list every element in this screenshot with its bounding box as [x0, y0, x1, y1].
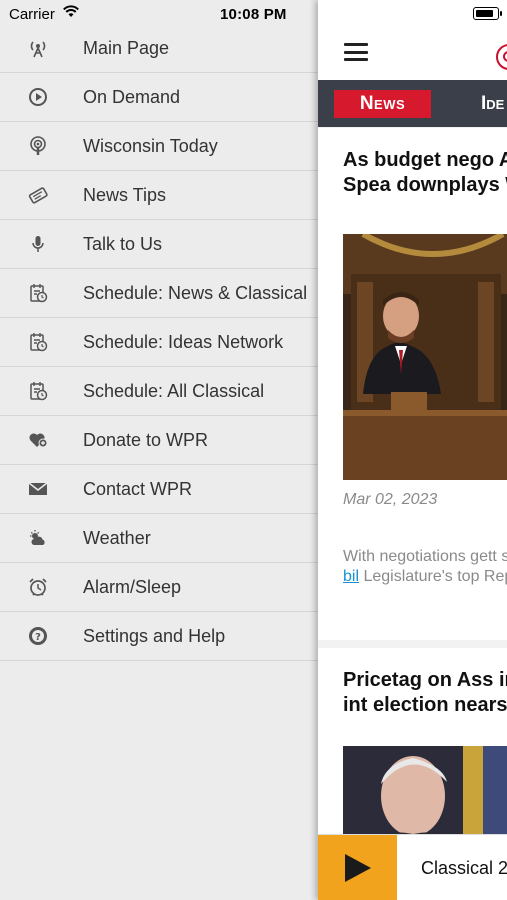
excerpt-text-cont: Legislature's top Repu	[359, 568, 507, 585]
podcast-icon	[28, 136, 48, 156]
menu-item-settings-help[interactable]: ? Settings and Help	[0, 612, 318, 661]
antenna-icon	[28, 38, 48, 58]
article-excerpt: With negotiations gett spend a historic …	[343, 547, 507, 587]
main-panel[interactable]: News Ide As budget nego Assembly Spea do…	[318, 0, 507, 900]
hamburger-menu-button[interactable]	[344, 43, 368, 61]
menu-item-wisconsin-today[interactable]: Wisconsin Today	[0, 122, 318, 171]
battery-tip	[500, 11, 502, 16]
menu-item-label: Talk to Us	[83, 234, 163, 254]
help-icon: ?	[28, 626, 48, 646]
article-date: Mar 02, 2023	[343, 491, 438, 508]
article-image[interactable]	[343, 234, 507, 480]
menu-item-label: Wisconsin Today	[83, 136, 218, 156]
excerpt-text: With negotiations gett spend	[343, 548, 507, 565]
battery-icon	[473, 7, 499, 20]
microphone-icon	[28, 234, 48, 254]
play-icon	[345, 854, 371, 882]
schedule-icon	[28, 381, 48, 401]
carrier-label: Carrier	[9, 6, 55, 23]
menu-item-label: Main Page	[83, 38, 170, 58]
status-time: 10:08 PM	[220, 6, 287, 23]
menu-item-label: Donate to WPR	[83, 430, 209, 450]
play-button[interactable]	[318, 835, 397, 900]
menu-item-talk-to-us[interactable]: Talk to Us	[0, 220, 318, 269]
envelope-icon	[28, 479, 48, 499]
play-circle-icon	[28, 87, 48, 107]
article-card[interactable]: Pricetag on Ass investigation int electi…	[318, 648, 507, 856]
side-menu: Main Page On Demand Wisconsin Today News…	[0, 24, 318, 661]
menu-item-main-page[interactable]: Main Page	[0, 24, 318, 73]
audio-player: Classical 2	[318, 834, 507, 900]
schedule-icon	[28, 332, 48, 352]
menu-item-contact[interactable]: Contact WPR	[0, 465, 318, 514]
weather-icon	[28, 528, 48, 548]
menu-item-donate[interactable]: Donate to WPR	[0, 416, 318, 465]
article-card[interactable]: As budget nego Assembly Spea downplays W…	[318, 128, 507, 640]
menu-item-label: Weather	[83, 528, 151, 548]
article-headline[interactable]: As budget nego Assembly Spea downplays W…	[343, 148, 507, 198]
menu-item-label: Alarm/Sleep	[83, 577, 182, 597]
wifi-icon	[62, 5, 80, 22]
station-label[interactable]: Classical 2	[421, 858, 507, 879]
menu-item-label: Schedule: News & Classical	[83, 283, 308, 303]
menu-item-schedule-news-classical[interactable]: Schedule: News & Classical	[0, 269, 318, 318]
section-nav: News Ide	[318, 80, 507, 127]
menu-item-label: Schedule: All Classical	[83, 381, 265, 401]
svg-text:?: ?	[35, 632, 41, 643]
tab-ideas[interactable]: Ide	[481, 90, 504, 118]
tab-news[interactable]: News	[334, 90, 431, 118]
heart-plus-icon	[28, 430, 48, 450]
article-headline[interactable]: Pricetag on Ass investigation int electi…	[343, 668, 507, 718]
ticket-icon	[28, 185, 48, 205]
menu-item-schedule-all-classical[interactable]: Schedule: All Classical	[0, 367, 318, 416]
menu-item-schedule-ideas-network[interactable]: Schedule: Ideas Network	[0, 318, 318, 367]
alarm-clock-icon	[28, 577, 48, 597]
schedule-icon	[28, 283, 48, 303]
menu-item-label: Schedule: Ideas Network	[83, 332, 284, 352]
menu-item-label: Settings and Help	[83, 626, 226, 646]
menu-item-label: On Demand	[83, 87, 181, 107]
menu-item-news-tips[interactable]: News Tips	[0, 171, 318, 220]
menu-item-on-demand[interactable]: On Demand	[0, 73, 318, 122]
menu-item-label: News Tips	[83, 185, 167, 205]
menu-item-alarm-sleep[interactable]: Alarm/Sleep	[0, 563, 318, 612]
menu-item-weather[interactable]: Weather	[0, 514, 318, 563]
menu-item-label: Contact WPR	[83, 479, 193, 499]
